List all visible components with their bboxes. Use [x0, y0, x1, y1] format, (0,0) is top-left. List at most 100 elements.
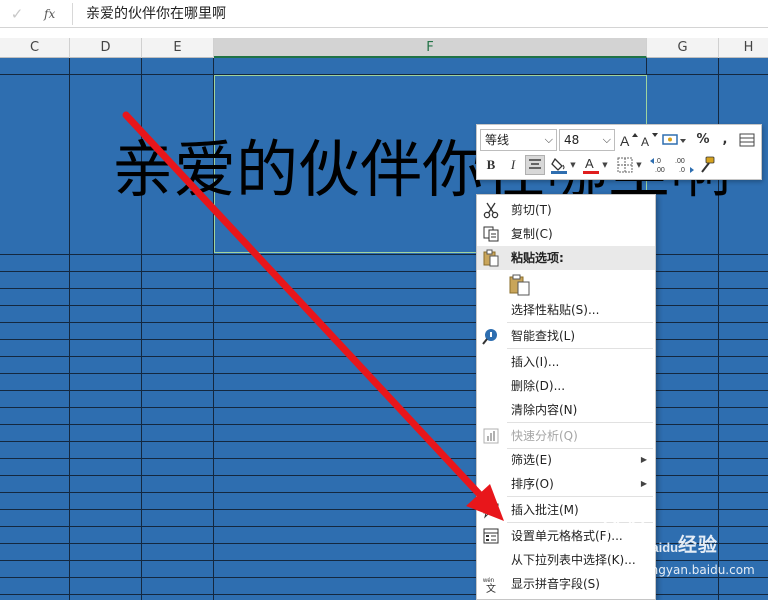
- increase-font-size-button[interactable]: A: [618, 130, 638, 150]
- paste-icon: [482, 249, 500, 267]
- menu-item-label: 插入(I)...: [511, 355, 560, 369]
- grid-line: [69, 58, 70, 600]
- menu-item-label: 复制(C): [511, 227, 553, 241]
- increase-decimal-button[interactable]: .0.00: [649, 155, 671, 175]
- phonetic-icon: wén 文: [482, 575, 500, 595]
- font-name-value: 等线: [485, 133, 510, 147]
- column-headers: C D E F G H: [0, 38, 768, 58]
- chevron-right-icon: ▶: [640, 455, 647, 464]
- column-header-d[interactable]: D: [70, 38, 142, 58]
- menu-item-label: 显示拼音字段(S): [511, 577, 600, 591]
- menu-item-smart-lookup[interactable]: 智能查找(L): [477, 324, 655, 348]
- column-header-c[interactable]: C: [0, 38, 70, 58]
- formula-bar-separator: [72, 3, 73, 25]
- menu-item-paste-options: 粘贴选项:: [477, 246, 655, 270]
- comment-icon: [482, 501, 500, 519]
- formula-input[interactable]: 亲爱的伙伴你在哪里啊: [86, 4, 226, 24]
- percent-style-button[interactable]: %: [693, 130, 713, 150]
- check-icon[interactable]: ✓: [8, 5, 26, 23]
- scissors-icon: [482, 201, 500, 219]
- menu-item-label: 粘贴选项:: [511, 251, 564, 265]
- watermark-brand: 经验: [678, 534, 719, 556]
- menu-item-sort[interactable]: 排序(O) ▶: [477, 472, 655, 496]
- menu-item-label: 筛选(E): [511, 453, 552, 467]
- align-center-icon: [529, 159, 541, 169]
- font-color-icon: A: [583, 156, 599, 174]
- menu-item-filter[interactable]: 筛选(E) ▶: [477, 448, 655, 472]
- svg-text:.00: .00: [675, 158, 685, 165]
- svg-text:文: 文: [486, 582, 496, 593]
- chevron-right-icon: ▶: [640, 479, 647, 488]
- chevron-down-icon[interactable]: ▼: [601, 155, 609, 175]
- menu-item-clear-contents[interactable]: 清除内容(N): [477, 398, 655, 422]
- menu-separator: [507, 422, 653, 423]
- mini-toolbar: 等线 ⌵ 48 ⌵ A A % , B I ▼ A ▼ ▼ .0.00 .00.…: [476, 124, 762, 180]
- accounting-format-icon: [662, 134, 686, 145]
- decrease-font-size-button[interactable]: A: [639, 130, 659, 150]
- formula-bar: ✓ fx 亲爱的伙伴你在哪里啊: [0, 0, 768, 28]
- svg-text:A: A: [641, 135, 649, 149]
- baidu-paw-logo: Baidu: [603, 515, 678, 555]
- format-painter-button[interactable]: [697, 155, 717, 175]
- paint-bucket-icon: [551, 157, 567, 174]
- svg-text:A: A: [620, 133, 630, 149]
- baidu-logo-text: Baidu: [642, 540, 678, 555]
- menu-item-paste-option[interactable]: [477, 270, 655, 298]
- menu-item-label: 选择性粘贴(S)...: [511, 303, 600, 317]
- fx-button[interactable]: fx: [44, 5, 64, 23]
- font-name-select[interactable]: 等线 ⌵: [480, 129, 557, 151]
- column-header-f[interactable]: F: [214, 38, 647, 58]
- decrease-decimal-button[interactable]: .00.0: [673, 155, 695, 175]
- column-header-h[interactable]: H: [719, 38, 768, 58]
- chevron-down-icon[interactable]: ▼: [635, 155, 643, 175]
- baidu-jingyan-watermark: Baidu 经验 jingyan.baidu.com: [590, 508, 760, 586]
- menu-item-delete[interactable]: 删除(D)...: [477, 374, 655, 398]
- menu-separator: [507, 322, 653, 323]
- chevron-down-icon: ⌵: [544, 133, 553, 146]
- column-header-e[interactable]: E: [142, 38, 214, 58]
- column-header-g[interactable]: G: [647, 38, 719, 58]
- menu-item-label: 插入批注(M): [511, 503, 579, 517]
- menu-item-cut[interactable]: 剪切(T): [477, 198, 655, 222]
- increase-decimal-icon: .0.00: [650, 158, 665, 174]
- decrease-font-icon: A: [641, 133, 658, 149]
- merge-cells-button[interactable]: [737, 130, 757, 150]
- menu-item-label: 排序(O): [511, 477, 554, 491]
- quick-analysis-icon: [482, 427, 500, 445]
- increase-font-icon: A: [620, 133, 638, 149]
- font-size-select[interactable]: 48 ⌵: [559, 129, 615, 151]
- svg-text:.0: .0: [655, 158, 661, 165]
- chevron-down-icon[interactable]: ▼: [569, 155, 577, 175]
- bold-button[interactable]: B: [481, 155, 501, 175]
- svg-text:.00: .00: [655, 167, 665, 174]
- svg-text:A: A: [585, 156, 594, 171]
- borders-icon: [617, 157, 633, 173]
- decrease-decimal-icon: .00.0: [675, 158, 694, 174]
- svg-text:.0: .0: [679, 167, 685, 174]
- smart-lookup-icon: [482, 327, 500, 345]
- paintbrush-icon: [701, 156, 715, 173]
- menu-item-label: 剪切(T): [511, 203, 552, 217]
- merge-cells-icon: [739, 133, 755, 147]
- menu-item-paste-special[interactable]: 选择性粘贴(S)...: [477, 298, 655, 322]
- center-align-button[interactable]: [525, 155, 545, 175]
- menu-item-insert[interactable]: 插入(I)...: [477, 350, 655, 374]
- fill-color-button[interactable]: [549, 155, 569, 175]
- menu-item-label: 清除内容(N): [511, 403, 578, 417]
- italic-button[interactable]: I: [503, 155, 523, 175]
- menu-separator: [507, 348, 653, 349]
- chevron-down-icon: ⌵: [602, 133, 611, 146]
- borders-button[interactable]: [615, 155, 635, 175]
- menu-separator: [507, 496, 653, 497]
- menu-item-label: 删除(D)...: [511, 379, 566, 393]
- menu-item-copy[interactable]: 复制(C): [477, 222, 655, 246]
- menu-item-label: 快速分析(Q): [511, 429, 578, 443]
- watermark-url: jingyan.baidu.com: [644, 563, 755, 577]
- font-color-button[interactable]: A: [581, 155, 601, 175]
- number-format-button[interactable]: [661, 130, 687, 150]
- comma-style-button[interactable]: ,: [715, 130, 735, 150]
- menu-item-quick-analysis: 快速分析(Q): [477, 424, 655, 448]
- format-cells-icon: [482, 527, 500, 545]
- paste-option-icon[interactable]: [509, 274, 531, 296]
- copy-icon: [482, 225, 500, 243]
